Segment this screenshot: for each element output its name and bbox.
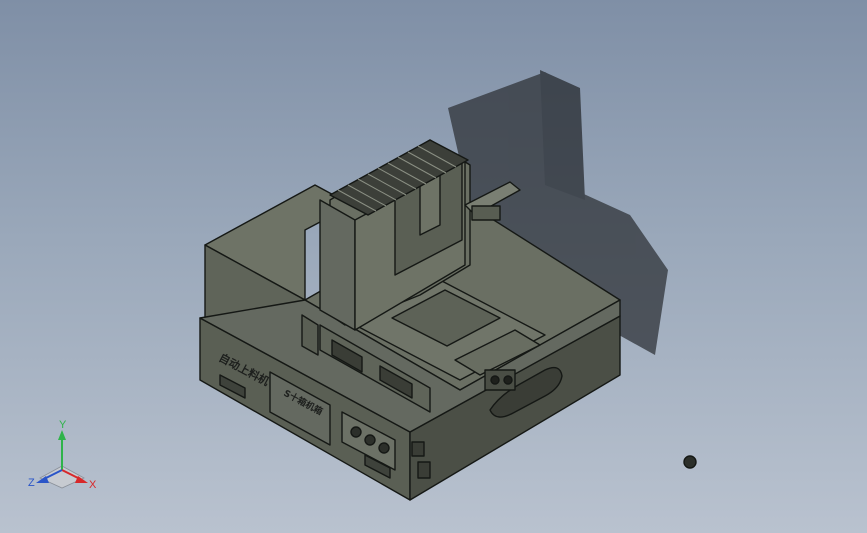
foot-icon bbox=[683, 455, 697, 469]
control-knob-2[interactable] bbox=[364, 434, 376, 446]
z-axis-label: Z bbox=[28, 477, 35, 489]
control-knob-3[interactable] bbox=[378, 442, 390, 454]
view-triad[interactable]: Y X Z bbox=[28, 419, 97, 491]
y-axis-label: Y bbox=[59, 419, 67, 431]
rail-carriage[interactable] bbox=[471, 205, 501, 221]
arm-pin-2 bbox=[503, 375, 513, 385]
x-axis-label: X bbox=[89, 479, 97, 491]
y-axis-arrow-icon bbox=[58, 430, 66, 440]
cad-viewport[interactable]: 自动上料机 S十箱机箱 Y X Z bbox=[0, 0, 867, 533]
control-knob-1[interactable] bbox=[350, 426, 362, 438]
magazine-front bbox=[319, 199, 356, 331]
connector-2[interactable] bbox=[417, 461, 431, 479]
arm-pin-1 bbox=[490, 375, 500, 385]
connector-1[interactable] bbox=[411, 441, 425, 457]
